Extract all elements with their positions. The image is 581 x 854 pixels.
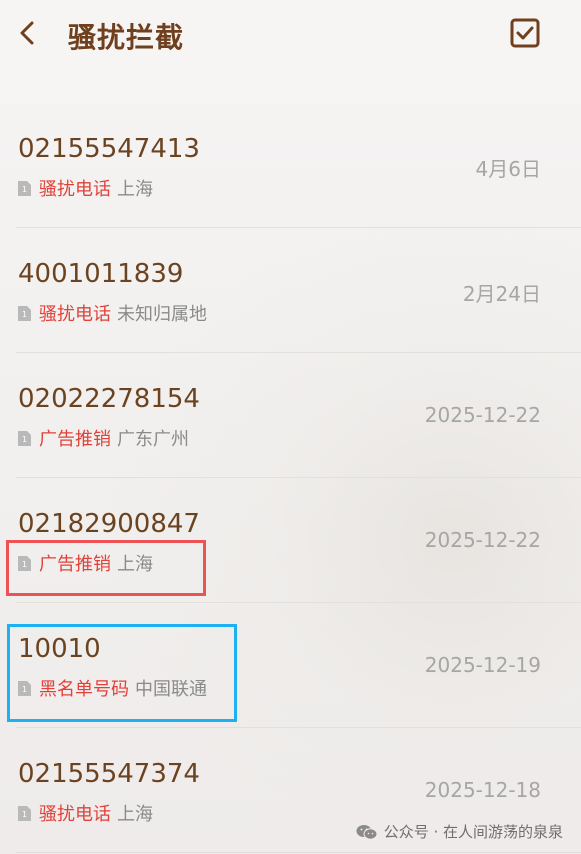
svg-text:1: 1 bbox=[22, 435, 27, 444]
svg-text:1: 1 bbox=[22, 810, 27, 819]
call-row[interactable]: 4001011839 1 骚扰电话 未知归属地 2月24日 bbox=[0, 229, 581, 353]
phone-number: 02155547413 bbox=[18, 134, 200, 164]
call-date: 2025-12-22 bbox=[424, 528, 541, 552]
call-meta: 1 骚扰电话 上海 bbox=[18, 176, 153, 200]
sim-card-icon: 1 bbox=[18, 430, 31, 446]
select-button[interactable] bbox=[510, 18, 540, 48]
svg-text:1: 1 bbox=[22, 185, 27, 194]
phone-number: 02182900847 bbox=[18, 509, 200, 539]
back-button[interactable] bbox=[12, 18, 42, 48]
sim-card-icon: 1 bbox=[18, 805, 31, 821]
call-row[interactable]: 02022278154 1 广告推销 广东广州 2025-12-22 bbox=[0, 354, 581, 478]
call-date: 2025-12-22 bbox=[424, 403, 541, 427]
call-date: 2025-12-18 bbox=[424, 778, 541, 802]
call-date: 2月24日 bbox=[462, 282, 541, 306]
highlight-box-blue bbox=[7, 624, 237, 722]
call-tag: 骚扰电话 bbox=[39, 304, 111, 325]
call-location: 上海 bbox=[117, 179, 153, 200]
sim-card-icon: 1 bbox=[18, 180, 31, 196]
call-tag: 广告推销 bbox=[39, 429, 111, 450]
call-date: 2025-12-19 bbox=[424, 653, 541, 677]
sim-card-icon: 1 bbox=[18, 305, 31, 321]
phone-number: 02022278154 bbox=[18, 384, 200, 414]
phone-number: 02155547374 bbox=[18, 759, 200, 789]
blocked-calls-list: 02155547413 1 骚扰电话 上海 4月6日 4001011839 1 … bbox=[0, 104, 581, 854]
call-location: 上海 bbox=[117, 804, 153, 825]
call-tag: 骚扰电话 bbox=[39, 179, 111, 200]
call-location: 未知归属地 bbox=[117, 304, 207, 325]
watermark: 公众号 · 在人间游荡的泉泉 bbox=[356, 821, 563, 842]
call-location: 广东广州 bbox=[117, 429, 189, 450]
call-row[interactable]: 02155547413 1 骚扰电话 上海 4月6日 bbox=[0, 104, 581, 228]
call-tag: 骚扰电话 bbox=[39, 804, 111, 825]
call-meta: 1 骚扰电话 上海 bbox=[18, 801, 153, 825]
call-date: 4月6日 bbox=[475, 157, 541, 181]
chevron-left-icon bbox=[20, 21, 34, 45]
call-meta: 1 骚扰电话 未知归属地 bbox=[18, 301, 207, 325]
wechat-icon bbox=[356, 824, 378, 840]
watermark-text: 公众号 · 在人间游荡的泉泉 bbox=[383, 823, 563, 841]
checkbox-checked-icon bbox=[510, 18, 540, 48]
phone-number: 4001011839 bbox=[18, 259, 184, 289]
page-title: 骚扰拦截 bbox=[68, 21, 185, 54]
svg-text:1: 1 bbox=[22, 310, 27, 319]
highlight-box-red bbox=[6, 540, 206, 596]
call-meta: 1 广告推销 广东广州 bbox=[18, 426, 189, 450]
app-header: 骚扰拦截 bbox=[0, 0, 581, 104]
